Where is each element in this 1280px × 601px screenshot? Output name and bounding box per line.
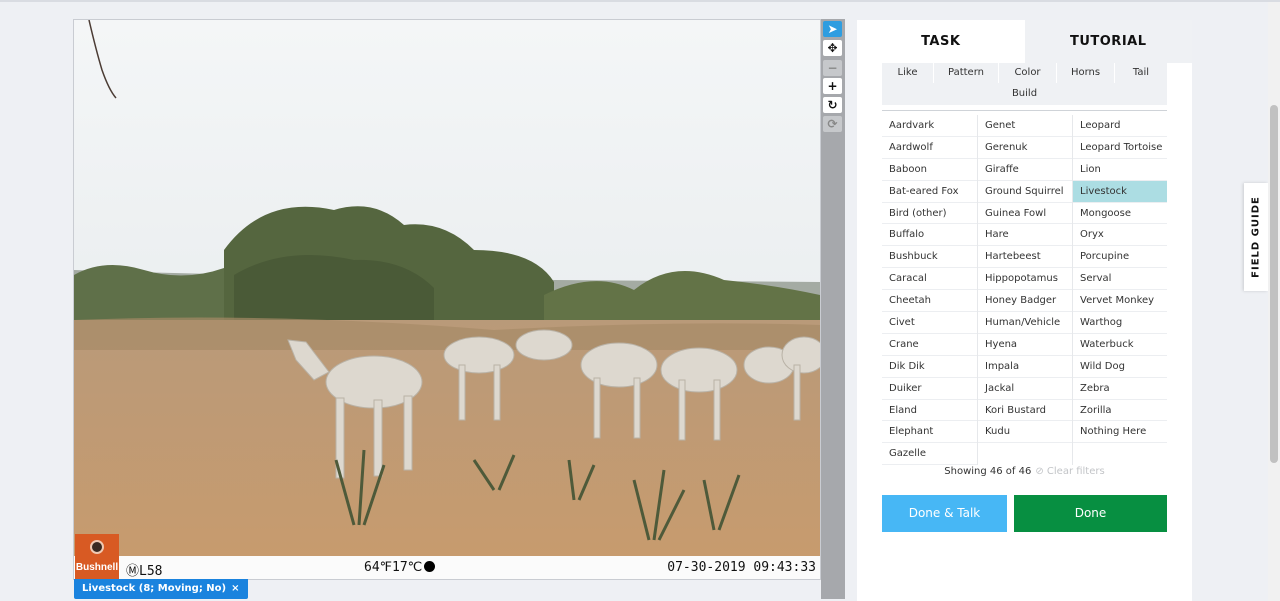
choice-guinea-fowl[interactable]: Guinea Fowl — [978, 203, 1072, 225]
choice-livestock[interactable]: Livestock — [1073, 180, 1167, 203]
choice-mongoose[interactable]: Mongoose — [1073, 203, 1167, 225]
remove-annotation-icon[interactable]: × — [231, 583, 239, 594]
brand-logo-icon — [90, 540, 104, 554]
field-guide-tab[interactable]: FIELD GUIDE — [1244, 183, 1268, 291]
capture-datetime: 07-30-2019 09:43:33 — [667, 560, 816, 575]
task-panel: TASK TUTORIAL Like Pattern Color Horns T… — [857, 20, 1192, 601]
brand-name: Bushnell — [75, 562, 119, 573]
choice-hartebeest[interactable]: Hartebeest — [978, 246, 1072, 269]
choice-hare[interactable]: Hare — [978, 224, 1072, 247]
annotation-chip[interactable]: Livestock (8; Moving; No) × — [74, 579, 248, 599]
choice-honey-badger[interactable]: Honey Badger — [978, 290, 1072, 313]
select-tool-icon[interactable]: ➤ — [823, 21, 842, 37]
top-border — [0, 0, 1280, 2]
choice-baboon[interactable]: Baboon — [882, 159, 977, 181]
choice-leopard-tortoise[interactable]: Leopard Tortoise — [1073, 137, 1167, 159]
scrollbar-thumb[interactable] — [1270, 105, 1278, 463]
choice-column-2: Genet Gerenuk Giraffe Ground Squirrel Gu… — [977, 115, 1072, 466]
choice-aardvark[interactable]: Aardvark — [882, 115, 977, 137]
choice-impala[interactable]: Impala — [978, 356, 1072, 378]
camera-id: ⓂL58 — [126, 560, 163, 579]
moon-phase-icon — [424, 561, 436, 572]
choice-serval[interactable]: Serval — [1073, 268, 1167, 291]
choice-porcupine[interactable]: Porcupine — [1073, 246, 1167, 269]
temperature: 64℉17℃ — [364, 560, 436, 575]
temperature-text: 64℉17℃ — [364, 560, 423, 575]
choice-kudu[interactable]: Kudu — [978, 421, 1072, 444]
choice-oryx[interactable]: Oryx — [1073, 224, 1167, 247]
showing-count: Showing 46 of 46 ⊘ Clear filters — [882, 466, 1167, 477]
choice-dik-dik[interactable]: Dik Dik — [882, 356, 977, 378]
annotation-label: Livestock (8; Moving; No) — [82, 583, 227, 594]
choice-eland[interactable]: Eland — [882, 400, 977, 422]
choice-ground-squirrel[interactable]: Ground Squirrel — [978, 181, 1072, 203]
choice-waterbuck[interactable]: Waterbuck — [1073, 334, 1167, 356]
choice-bat-eared-fox[interactable]: Bat-eared Fox — [882, 181, 977, 203]
filter-pattern[interactable]: Pattern — [934, 63, 998, 83]
choice-civet[interactable]: Civet — [882, 312, 977, 334]
camera-trap-image[interactable] — [74, 20, 820, 556]
choice-column-1: Aardvark Aardwolf Baboon Bat-eared Fox B… — [882, 115, 977, 466]
choice-gerenuk[interactable]: Gerenuk — [978, 137, 1072, 159]
choice-kori-bustard[interactable]: Kori Bustard — [978, 400, 1072, 422]
filter-bar: Like Pattern Color Horns Tail Build — [882, 63, 1167, 105]
choice-zebra[interactable]: Zebra — [1073, 378, 1167, 400]
filter-color[interactable]: Color — [999, 63, 1056, 83]
choice-buffalo[interactable]: Buffalo — [882, 224, 977, 247]
subject-viewer[interactable]: Bushnell ⓂL58 64℉17℃ 07-30-2019 09:43:33 — [73, 19, 821, 580]
choice-jackal[interactable]: Jackal — [978, 378, 1072, 400]
camera-id-text: L58 — [139, 564, 163, 579]
tab-tutorial[interactable]: TUTORIAL — [1024, 20, 1192, 63]
choice-wild-dog[interactable]: Wild Dog — [1073, 356, 1167, 378]
tab-task[interactable]: TASK — [857, 20, 1025, 63]
move-tool-icon[interactable]: ✥ — [823, 40, 842, 56]
choice-cheetah[interactable]: Cheetah — [882, 290, 977, 313]
choice-giraffe[interactable]: Giraffe — [978, 159, 1072, 181]
choice-aardwolf[interactable]: Aardwolf — [882, 137, 977, 159]
choice-caracal[interactable]: Caracal — [882, 268, 977, 291]
choice-nothing-here[interactable]: Nothing Here — [1073, 421, 1167, 444]
image-toolbar: ➤ ✥ − + ↻ ⟳ — [821, 19, 845, 599]
choice-bird-other[interactable]: Bird (other) — [882, 203, 977, 225]
done-button[interactable]: Done — [1014, 495, 1167, 532]
filter-like[interactable]: Like — [882, 63, 933, 83]
showing-count-text: Showing 46 of 46 — [944, 466, 1032, 477]
choice-hippopotamus[interactable]: Hippopotamus — [978, 268, 1072, 291]
species-choices: Aardvark Aardwolf Baboon Bat-eared Fox B… — [882, 115, 1167, 466]
choice-genet[interactable]: Genet — [978, 115, 1072, 137]
choice-crane[interactable]: Crane — [882, 334, 977, 356]
choice-warthog[interactable]: Warthog — [1073, 312, 1167, 334]
choice-bushbuck[interactable]: Bushbuck — [882, 246, 977, 269]
choice-lion[interactable]: Lion — [1073, 159, 1167, 181]
filter-tail[interactable]: Tail — [1115, 63, 1167, 83]
filter-build[interactable]: Build — [882, 84, 1167, 104]
choice-human-vehicle[interactable]: Human/Vehicle — [978, 312, 1072, 334]
image-info-bar: Bushnell ⓂL58 64℉17℃ 07-30-2019 09:43:33 — [74, 534, 820, 579]
camera-icon: Ⓜ — [126, 564, 140, 579]
choice-duiker[interactable]: Duiker — [882, 378, 977, 400]
filter-horns[interactable]: Horns — [1057, 63, 1114, 83]
choice-hyena[interactable]: Hyena — [978, 334, 1072, 356]
brand-logo: Bushnell — [75, 534, 119, 579]
camera-trap-photo — [74, 20, 820, 556]
rotate-icon[interactable]: ↻ — [823, 97, 842, 113]
choice-elephant[interactable]: Elephant — [882, 421, 977, 444]
reset-icon[interactable]: ⟳ — [823, 116, 842, 132]
choice-gazelle[interactable]: Gazelle — [882, 443, 977, 466]
clear-filters-link[interactable]: ⊘ Clear filters — [1035, 466, 1104, 477]
zoom-out-icon[interactable]: − — [823, 60, 842, 76]
divider — [882, 110, 1167, 111]
done-and-talk-button[interactable]: Done & Talk — [882, 495, 1007, 532]
choice-vervet-monkey[interactable]: Vervet Monkey — [1073, 290, 1167, 313]
zoom-in-icon[interactable]: + — [823, 78, 842, 94]
choice-zorilla[interactable]: Zorilla — [1073, 400, 1167, 422]
panel-tabs: TASK TUTORIAL — [857, 20, 1192, 63]
field-guide-label: FIELD GUIDE — [1250, 196, 1262, 278]
choice-column-3: Leopard Leopard Tortoise Lion Livestock … — [1072, 115, 1167, 466]
choice-leopard[interactable]: Leopard — [1073, 115, 1167, 137]
